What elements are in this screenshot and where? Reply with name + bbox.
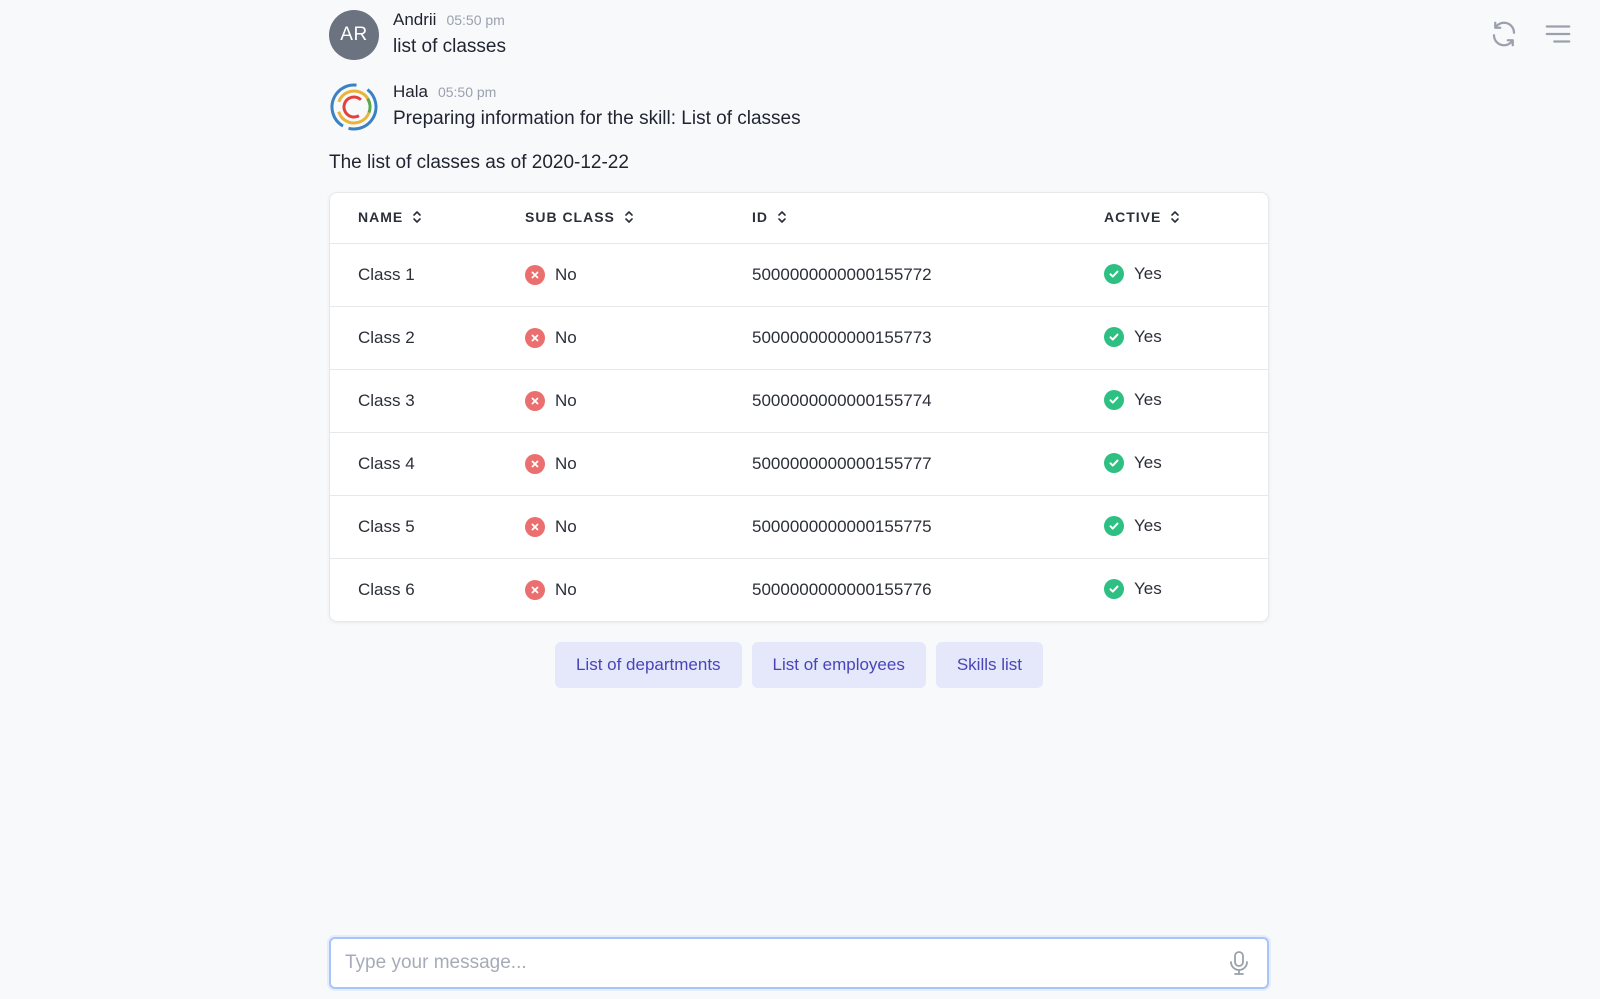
column-header-sub-class[interactable]: SUB CLASS xyxy=(497,193,724,244)
sort-icon xyxy=(1170,210,1180,227)
cell-active: Yes xyxy=(1076,495,1268,559)
column-header-label: NAME xyxy=(358,208,404,225)
cell-sub-class: No xyxy=(497,558,724,621)
status-label: Yes xyxy=(1134,516,1162,535)
status-label: No xyxy=(555,327,577,347)
status-label: No xyxy=(555,264,577,284)
cell-id: 5000000000000155775 xyxy=(724,495,1076,559)
cell-sub-class: No xyxy=(497,306,724,370)
x-circle-icon xyxy=(525,516,545,537)
column-header-label: ACTIVE xyxy=(1104,208,1162,225)
check-circle-icon xyxy=(1104,516,1124,536)
message-body: Andrii 05:50 pm list of classes xyxy=(393,10,506,58)
sort-icon xyxy=(412,210,422,227)
status-label: Yes xyxy=(1134,327,1162,346)
table-row: Class 2 No 5000000000000155773 Yes xyxy=(330,306,1268,370)
x-circle-icon xyxy=(525,579,545,600)
cell-name: Class 4 xyxy=(330,432,497,496)
top-actions xyxy=(1488,18,1574,50)
suggestion-list-of-departments[interactable]: List of departments xyxy=(554,642,742,688)
message-header: Andrii 05:50 pm xyxy=(393,10,506,30)
hamburger-menu-icon[interactable] xyxy=(1542,18,1574,50)
x-circle-icon xyxy=(525,327,545,348)
cell-sub-class: No xyxy=(497,243,724,307)
message-body: Hala 05:50 pm Preparing information for … xyxy=(393,82,801,130)
suggestion-skills-list[interactable]: Skills list xyxy=(935,642,1044,688)
cell-active: Yes xyxy=(1076,306,1268,370)
status-label: No xyxy=(555,516,577,536)
cell-name: Class 2 xyxy=(330,306,497,370)
table-row: Class 5 No 5000000000000155775 Yes xyxy=(330,495,1268,559)
message-header: Hala 05:50 pm xyxy=(393,82,801,102)
table-row: Class 6 No 5000000000000155776 Yes xyxy=(330,558,1268,621)
table-intro-text: The list of classes as of 2020-12-22 xyxy=(329,152,629,173)
cell-active: Yes xyxy=(1076,369,1268,433)
user-message: AR Andrii 05:50 pm list of classes xyxy=(329,10,1269,60)
column-header-name[interactable]: NAME xyxy=(330,193,497,244)
table-row: Class 1 No 5000000000000155772 Yes xyxy=(330,243,1268,307)
cell-name: Class 3 xyxy=(330,369,497,433)
cell-sub-class: No xyxy=(497,495,724,559)
chat-thread: AR Andrii 05:50 pm list of classes Hala … xyxy=(329,10,1269,688)
timestamp: 05:50 pm xyxy=(446,12,505,28)
cell-active: Yes xyxy=(1076,432,1268,496)
cell-name: Class 5 xyxy=(330,495,497,559)
cell-active: Yes xyxy=(1076,243,1268,307)
cell-id: 5000000000000155772 xyxy=(724,243,1076,307)
suggestion-list-of-employees[interactable]: List of employees xyxy=(751,642,926,688)
status-label: No xyxy=(555,453,577,473)
column-header-id[interactable]: ID xyxy=(724,193,1076,244)
bot-logo-icon xyxy=(329,82,379,132)
status-label: Yes xyxy=(1134,264,1162,283)
suggestion-chips: List of departments List of employees Sk… xyxy=(329,642,1269,688)
column-header-label: ID xyxy=(752,208,768,225)
status-label: No xyxy=(555,390,577,410)
timestamp: 05:50 pm xyxy=(437,84,497,100)
message-text: Preparing information for the skill: Lis… xyxy=(393,108,801,129)
bot-message: Hala 05:50 pm Preparing information for … xyxy=(329,82,1269,132)
avatar: AR xyxy=(329,10,379,60)
table-row: Class 4 No 5000000000000155777 Yes xyxy=(330,432,1268,496)
x-circle-icon xyxy=(525,390,545,411)
status-label: No xyxy=(555,579,577,599)
x-circle-icon xyxy=(525,264,545,285)
check-circle-icon xyxy=(1104,327,1124,347)
message-text: list of classes xyxy=(393,36,506,57)
table-row: Class 3 No 5000000000000155774 Yes xyxy=(330,369,1268,433)
status-label: Yes xyxy=(1134,453,1162,472)
check-circle-icon xyxy=(1104,579,1124,600)
cell-id: 5000000000000155777 xyxy=(724,432,1076,496)
x-circle-icon xyxy=(525,453,545,474)
author-name: Andrii xyxy=(393,10,437,29)
column-header-label: SUB CLASS xyxy=(525,208,615,225)
check-circle-icon xyxy=(1104,264,1124,284)
status-label: Yes xyxy=(1134,390,1162,409)
cell-sub-class: No xyxy=(497,369,724,433)
message-composer xyxy=(329,937,1269,989)
check-circle-icon xyxy=(1104,453,1124,473)
status-label: Yes xyxy=(1134,579,1162,599)
sort-icon xyxy=(777,210,787,227)
microphone-icon[interactable] xyxy=(1225,949,1253,977)
cell-active: Yes xyxy=(1076,558,1268,621)
cell-sub-class: No xyxy=(497,432,724,496)
column-header-active[interactable]: ACTIVE xyxy=(1076,193,1268,244)
author-name: Hala xyxy=(393,82,428,101)
cell-name: Class 6 xyxy=(358,579,415,599)
cell-name: Class 1 xyxy=(330,243,497,307)
refresh-icon[interactable] xyxy=(1488,18,1520,50)
cell-id: 5000000000000155773 xyxy=(724,306,1076,370)
classes-table: NAME SUB CLASS ID ACTIVE Class 1 No 5000… xyxy=(329,192,1269,622)
check-circle-icon xyxy=(1104,390,1124,410)
cell-id: 5000000000000155776 xyxy=(752,579,932,599)
sort-icon xyxy=(624,210,634,227)
message-input[interactable] xyxy=(345,952,1225,974)
table-header-row: NAME SUB CLASS ID ACTIVE xyxy=(330,193,1268,244)
cell-id: 5000000000000155774 xyxy=(724,369,1076,433)
